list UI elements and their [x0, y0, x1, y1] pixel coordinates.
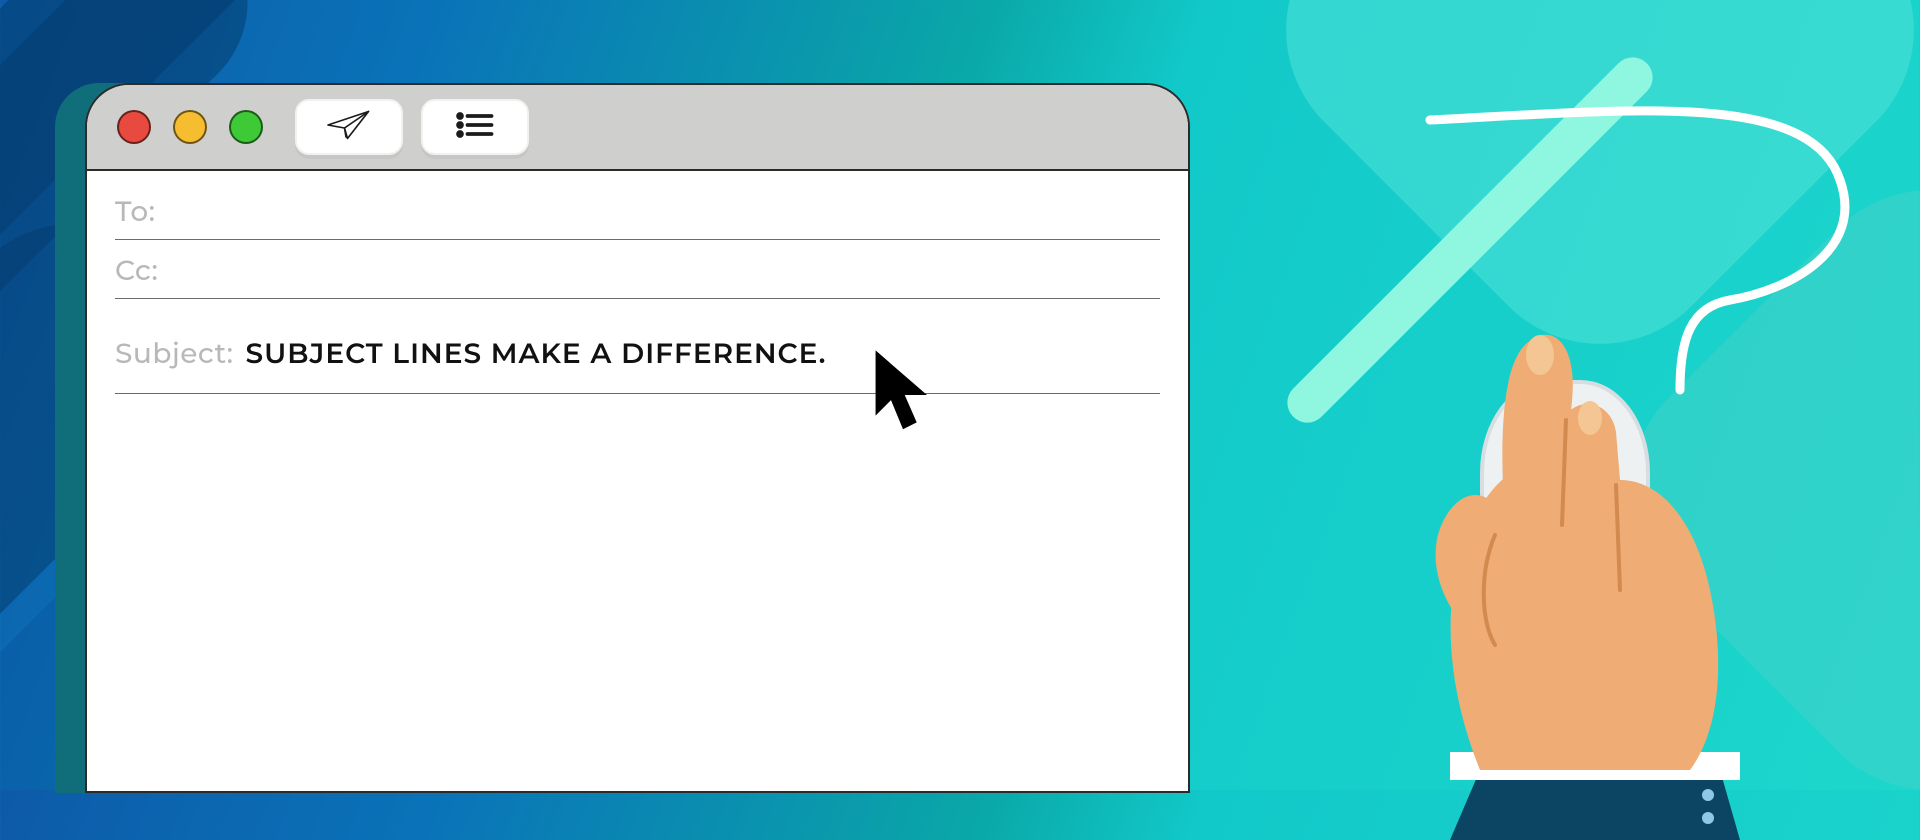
maximize-button[interactable] — [229, 110, 263, 144]
subject-field-row: Subject: SUBJECT LINES MAKE A DIFFERENCE… — [115, 323, 1160, 394]
bullet-list-icon — [451, 105, 499, 150]
pointer-cursor-icon — [865, 347, 941, 443]
to-field-label: To: — [115, 195, 156, 229]
email-compose-window: To: Cc: Subject: SUBJECT LINES MAKE A DI… — [85, 83, 1190, 793]
to-input[interactable] — [168, 195, 1160, 229]
window-titlebar — [87, 85, 1188, 171]
send-button[interactable] — [295, 99, 403, 155]
email-fields: To: Cc: Subject: SUBJECT LINES MAKE A DI… — [87, 171, 1188, 394]
hand-mouse-illustration — [1290, 80, 1910, 800]
cc-input[interactable] — [170, 254, 1160, 288]
close-button[interactable] — [117, 110, 151, 144]
cc-field-label: Cc: — [115, 254, 158, 288]
list-button[interactable] — [421, 99, 529, 155]
window-traffic-lights — [117, 110, 263, 144]
paper-plane-icon — [325, 105, 373, 150]
to-field-row: To: — [115, 181, 1160, 240]
hand-icon — [1330, 300, 1770, 840]
subject-field-value[interactable]: SUBJECT LINES MAKE A DIFFERENCE. — [246, 337, 827, 371]
minimize-button[interactable] — [173, 110, 207, 144]
subject-field-label: Subject: — [115, 337, 234, 371]
cc-field-row: Cc: — [115, 240, 1160, 299]
